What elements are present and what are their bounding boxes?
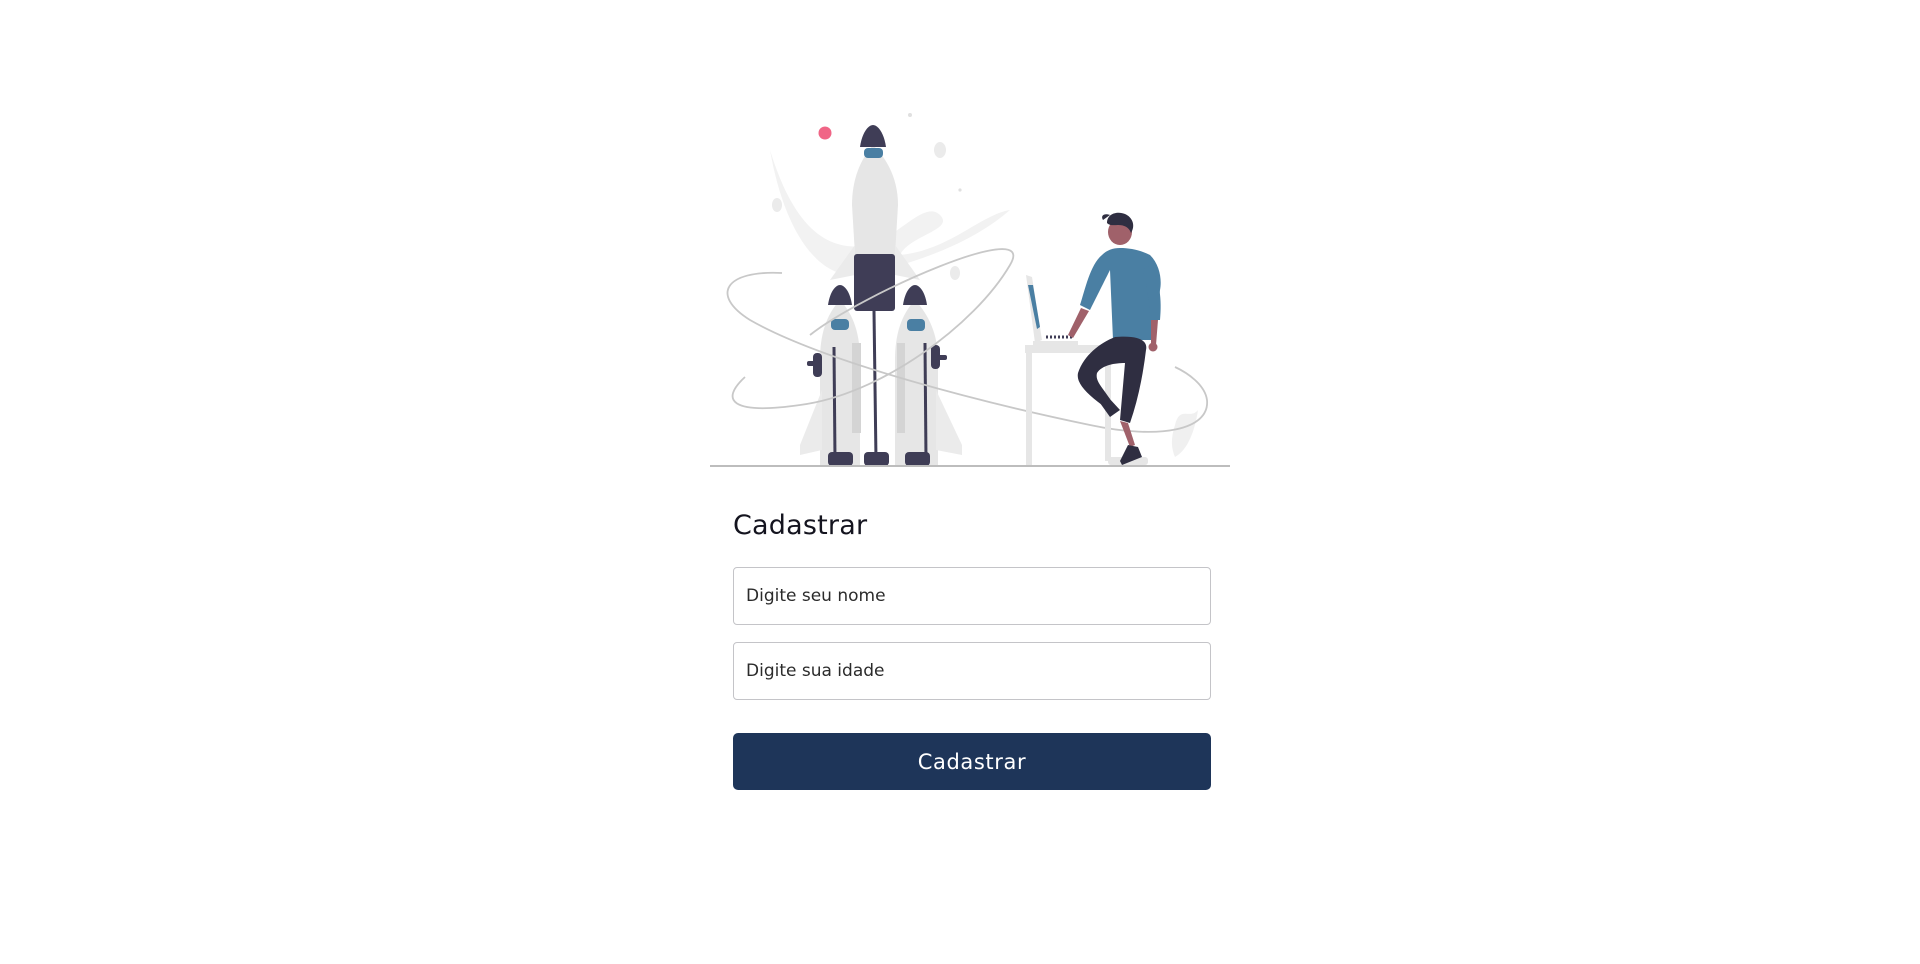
form-title: Cadastrar — [733, 510, 868, 541]
smoke-shape — [1171, 410, 1198, 457]
smoke-dot — [958, 188, 962, 192]
left-rocket — [800, 285, 861, 466]
smoke-dot — [934, 142, 946, 158]
person — [1068, 212, 1161, 465]
smoke-dot — [908, 113, 912, 117]
center-rocket-foot — [864, 452, 889, 466]
star-dot — [818, 126, 832, 140]
center-rocket — [830, 125, 920, 311]
signup-page: Cadastrar Cadastrar — [0, 0, 1920, 964]
submit-button[interactable]: Cadastrar — [733, 733, 1211, 790]
center-rocket-leg — [872, 310, 878, 461]
signup-form: Cadastrar Cadastrar — [733, 505, 1211, 790]
name-input[interactable] — [733, 567, 1211, 625]
right-rocket — [895, 285, 962, 466]
smoke-dot — [950, 266, 960, 280]
age-input[interactable] — [733, 642, 1211, 700]
smoke-dot — [772, 198, 782, 212]
rocket-launch-illustration — [710, 113, 1230, 467]
